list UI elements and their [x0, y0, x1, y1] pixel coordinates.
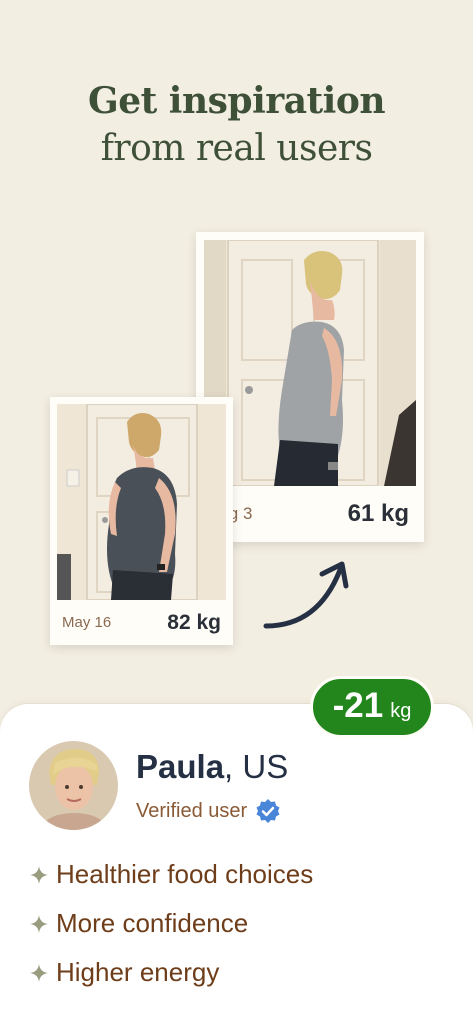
avatar	[29, 741, 118, 830]
benefit-label: More confidence	[56, 908, 249, 938]
verified-label: Verified user	[136, 799, 248, 822]
before-photo	[57, 404, 226, 600]
after-photo	[204, 240, 416, 486]
headline-line-2: from real users	[100, 128, 373, 169]
progress-arrow-icon	[263, 561, 349, 629]
headline-line-1: Get inspiration	[87, 80, 386, 122]
benefit-item: Healthier food choices	[30, 850, 313, 899]
user-country: US	[242, 748, 289, 785]
benefits-list: Healthier food choices More confidence H…	[30, 850, 313, 997]
verified-status: Verified user	[136, 798, 281, 824]
sparkle-icon	[30, 914, 48, 933]
benefit-label: Higher energy	[56, 957, 220, 987]
benefit-item: More confidence	[30, 899, 313, 948]
user-name-row: Paula, US	[136, 748, 288, 786]
before-date: May 16	[62, 614, 112, 631]
headline: Get inspiration from real users	[0, 78, 473, 174]
before-photo-card: May 16 82 kg	[50, 397, 233, 645]
benefit-item: Higher energy	[30, 948, 313, 997]
weight-loss-value: -21	[332, 686, 384, 725]
user-name: Paula	[136, 748, 225, 785]
before-caption: May 16 82 kg	[50, 600, 233, 645]
sparkle-icon	[30, 865, 48, 884]
weight-loss-unit: kg	[390, 700, 412, 722]
verified-badge-icon	[256, 799, 280, 823]
weight-loss-badge: -21 kg	[310, 676, 434, 738]
before-weight: 82 kg	[167, 610, 221, 634]
name-separator: ,	[224, 748, 234, 785]
benefit-label: Healthier food choices	[56, 859, 314, 889]
after-weight: 61 kg	[347, 500, 409, 527]
sparkle-icon	[30, 963, 48, 982]
